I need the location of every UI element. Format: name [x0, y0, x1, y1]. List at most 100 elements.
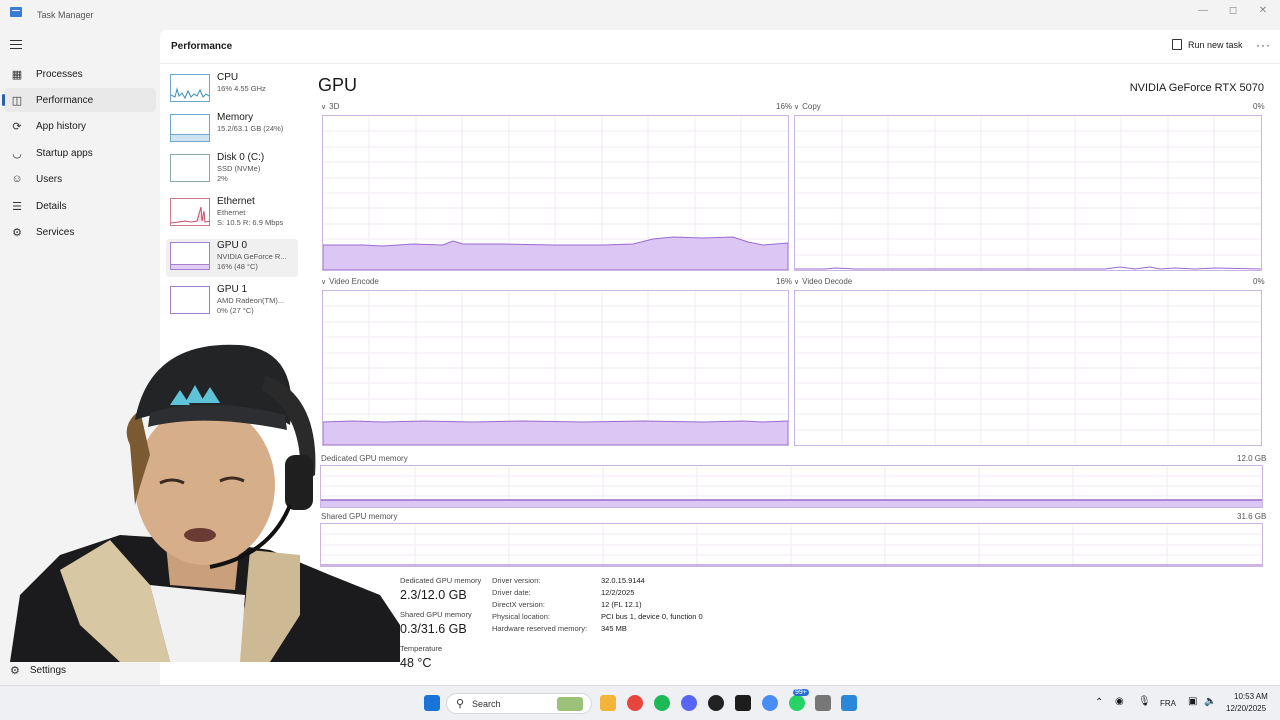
window-title: Task Manager: [37, 10, 94, 20]
search-icon: ⚲: [456, 698, 465, 710]
history-icon: ⟳: [12, 120, 22, 133]
detail-key: Driver date:: [492, 588, 531, 597]
list-icon: ☰: [12, 200, 22, 213]
stat-shared-label: Shared GPU memory: [400, 610, 472, 619]
gear-icon: ⚙: [12, 226, 22, 239]
chevron-down-icon: ∨: [321, 104, 327, 111]
perf-item-memory[interactable]: Memory 15.2/63.1 GB (24%): [166, 111, 298, 149]
taskbar-search[interactable]: ⚲ Search: [446, 693, 592, 714]
windows-start-icon[interactable]: [424, 695, 440, 711]
detail-key: Hardware reserved memory:: [492, 624, 588, 633]
perf-item-gpu-0[interactable]: GPU 0 NVIDIA GeForce R... 16% (48 °C): [166, 239, 298, 277]
task-manager-icon: [10, 7, 22, 17]
network-icon[interactable]: ▣: [1188, 696, 1197, 707]
page-title: Performance: [171, 41, 233, 52]
close-button[interactable]: ✕: [1249, 4, 1277, 18]
detail-value: 12/2/2025: [601, 588, 635, 597]
cpu-thumbnail: [170, 74, 210, 102]
chart-shared-memory-graph: [321, 524, 1262, 566]
run-task-icon: [1172, 39, 1182, 50]
engine-value-video-decode: 0%: [1253, 277, 1265, 286]
stat-temperature-label: Temperature: [400, 644, 443, 653]
stat-shared-value: 0.3/31.6 GB: [400, 622, 467, 636]
nav-item-settings[interactable]: ⚙ Settings: [10, 664, 66, 677]
nav-item-processes[interactable]: ▦ Processes: [4, 62, 156, 86]
nav-item-users[interactable]: ☺ Users: [4, 167, 156, 191]
detail-value: 12 (FL 12.1): [601, 600, 642, 609]
engine-value-3d: 16%: [776, 102, 793, 111]
clock-time[interactable]: 10:53 AM: [1234, 692, 1268, 701]
spotify-icon[interactable]: [654, 695, 670, 711]
engine-label-video-encode[interactable]: ∨ Video Encode: [321, 277, 379, 286]
nav-item-details[interactable]: ☰ Details: [4, 194, 156, 218]
obs-icon[interactable]: [708, 695, 724, 711]
chart-video-decode: [794, 290, 1262, 446]
engine-label-3d[interactable]: ∨ 3D: [321, 102, 339, 111]
stat-temperature-value: 48 °C: [400, 656, 432, 670]
chart-dedicated-memory-graph: [321, 466, 1262, 507]
terminal-icon[interactable]: [735, 695, 751, 711]
shared-memory-max: 31.6 GB: [1237, 512, 1267, 521]
clock-date[interactable]: 12/20/2025: [1226, 704, 1266, 713]
perf-item-disk[interactable]: Disk 0 (C:) SSD (NVMe) 2%: [166, 151, 298, 189]
security-icon[interactable]: ◉: [1115, 696, 1124, 707]
chrome-profile-icon[interactable]: [762, 695, 778, 711]
taskbar: ⚲ Search 99+ ⌃ ◉ 🎙 FRA ▣ 🔈 10:53 AM 12/2…: [0, 685, 1280, 720]
streamer-image: [10, 344, 400, 662]
ethernet-thumbnail: [170, 198, 210, 226]
hamburger-menu-icon[interactable]: [10, 40, 22, 50]
chart-shared-memory: [320, 523, 1263, 567]
gpu1-thumbnail: [170, 286, 210, 314]
speedometer-icon: ◡: [12, 147, 22, 160]
notification-badge: 99+: [793, 689, 809, 696]
grid-icon: ▦: [11, 68, 23, 81]
dedicated-memory-max: 12.0 GB: [1237, 454, 1267, 463]
engine-label-copy[interactable]: ∨ Copy: [794, 102, 821, 111]
chevron-down-icon: ∨: [794, 279, 800, 286]
chart-video-decode-graph: [795, 291, 1261, 445]
perf-item-ethernet[interactable]: Ethernet Ethernet S: 10.5 R: 6.9 Mbps: [166, 195, 298, 233]
search-highlight-icon: [557, 697, 583, 711]
discord-icon[interactable]: [681, 695, 697, 711]
chart-copy: [794, 115, 1262, 271]
chart-dedicated-memory: [320, 465, 1263, 508]
detail-value: PCI bus 1, device 0, function 0: [601, 612, 703, 621]
chart-copy-graph: [795, 116, 1262, 270]
gpu-model-name: NVIDIA GeForce RTX 5070: [1129, 82, 1264, 94]
more-options-icon[interactable]: ···: [1256, 38, 1271, 52]
perf-item-gpu-1[interactable]: GPU 1 AMD Radeon(TM)... 0% (27 °C): [166, 283, 298, 321]
maximize-button[interactable]: ◻: [1219, 4, 1247, 18]
header-divider: [160, 63, 1280, 64]
chevron-down-icon: ∨: [794, 104, 800, 111]
chevron-down-icon: ∨: [321, 279, 327, 286]
whatsapp-icon[interactable]: [789, 695, 805, 711]
gpu0-thumbnail: [170, 242, 210, 270]
nav-item-performance[interactable]: ◫ Performance: [2, 88, 156, 112]
memory-thumbnail: [170, 114, 210, 142]
disk-thumbnail: [170, 154, 210, 182]
stat-dedicated-value: 2.3/12.0 GB: [400, 588, 467, 602]
task-manager-taskbar-icon[interactable]: [841, 695, 857, 711]
settings-app-icon[interactable]: [815, 695, 831, 711]
engine-value-copy: 0%: [1253, 102, 1265, 111]
nav-item-services[interactable]: ⚙ Services: [4, 220, 156, 244]
nav-item-startup-apps[interactable]: ◡ Startup apps: [4, 141, 156, 165]
gpu-title: GPU: [318, 75, 358, 95]
detail-key: Driver version:: [492, 576, 541, 585]
chevron-up-icon[interactable]: ⌃: [1095, 697, 1103, 708]
engine-label-video-decode[interactable]: ∨ Video Decode: [794, 277, 852, 286]
detail-value: 32.0.15.9144: [601, 576, 645, 585]
file-explorer-icon[interactable]: [600, 695, 616, 711]
chart-3d-graph: [322, 116, 789, 271]
users-icon: ☺: [11, 173, 23, 185]
volume-icon[interactable]: 🔈: [1204, 696, 1216, 707]
perf-item-cpu[interactable]: CPU 16% 4.55 GHz: [166, 71, 298, 109]
minimize-button[interactable]: —: [1189, 4, 1217, 18]
run-new-task-button[interactable]: Run new task: [1172, 39, 1243, 50]
nav-item-app-history[interactable]: ⟳ App history: [4, 114, 156, 138]
microphone-icon[interactable]: 🎙: [1138, 696, 1151, 707]
detail-key: Physical location:: [492, 612, 550, 621]
language-indicator[interactable]: FRA: [1160, 699, 1176, 708]
chrome-icon[interactable]: [627, 695, 643, 711]
engine-value-video-encode: 16%: [776, 277, 793, 286]
